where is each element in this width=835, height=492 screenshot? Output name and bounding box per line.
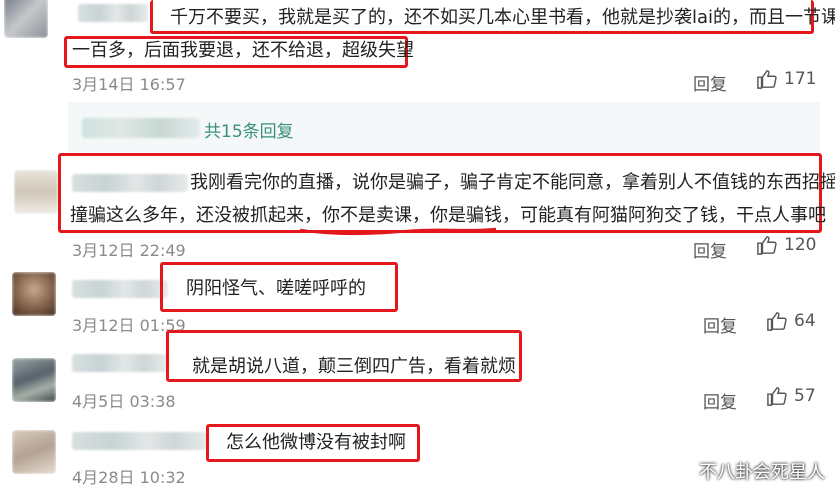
- comment-text-line: 阴阳怪气、嗟嗟呼呼的: [186, 278, 366, 299]
- like-button[interactable]: 57: [766, 386, 816, 406]
- comment-text-line: 我刚看完你的直播，说你是骗子，骗子肯定不能同意，拿着别人不值钱的东西招摇: [190, 172, 835, 193]
- avatar[interactable]: [12, 430, 56, 474]
- avatar[interactable]: [4, 0, 48, 38]
- comment-text-line: 千万不要买，我就是买了的，还不如买几本心里书看，他就是抄袭lai的，而且一节课: [170, 7, 835, 28]
- thumbs-up-icon: [757, 236, 777, 255]
- avatar[interactable]: [12, 358, 56, 402]
- reply-button[interactable]: 回复: [703, 388, 737, 413]
- reply-button[interactable]: 回复: [693, 70, 727, 95]
- comment-time: 3月12日 22:49: [72, 241, 186, 260]
- avatar[interactable]: [12, 272, 56, 316]
- username[interactable]: [72, 432, 208, 450]
- like-button[interactable]: 171: [756, 69, 816, 89]
- reply-button[interactable]: 回复: [703, 312, 737, 337]
- comment-text-line: 怎么他微博没有被封啊: [226, 432, 406, 453]
- thumbs-up-icon: [767, 387, 787, 406]
- like-count: 120: [784, 235, 817, 255]
- like-button[interactable]: 64: [766, 311, 816, 331]
- sub-replies-link[interactable]: 共15条回复: [204, 117, 294, 142]
- comment-time: 3月14日 16:57: [72, 75, 186, 94]
- comment-time: 4月5日 03:38: [72, 392, 176, 411]
- username[interactable]: [78, 4, 148, 22]
- comment-time: 4月28日 10:32: [72, 468, 186, 487]
- underline-mark: [299, 227, 497, 236]
- thumbs-up-icon: [757, 70, 777, 89]
- reply-button[interactable]: 回复: [693, 237, 727, 262]
- like-count: 57: [794, 386, 816, 406]
- thumbs-up-icon: [767, 312, 787, 331]
- avatar[interactable]: [14, 170, 58, 214]
- watermark: 不八卦会死星人: [699, 462, 825, 483]
- comment-text-line: 就是胡说八道，颠三倒四广告，看着就烦: [192, 356, 516, 377]
- username[interactable]: [72, 280, 168, 298]
- username[interactable]: [72, 174, 188, 192]
- sub-reply-users: [82, 118, 200, 138]
- like-count: 171: [784, 69, 817, 89]
- like-button[interactable]: 120: [756, 235, 816, 255]
- username[interactable]: [72, 354, 168, 372]
- like-count: 64: [794, 311, 816, 331]
- comment-text-line: 一百多，后面我要退，还不给退，超级失望: [72, 40, 414, 61]
